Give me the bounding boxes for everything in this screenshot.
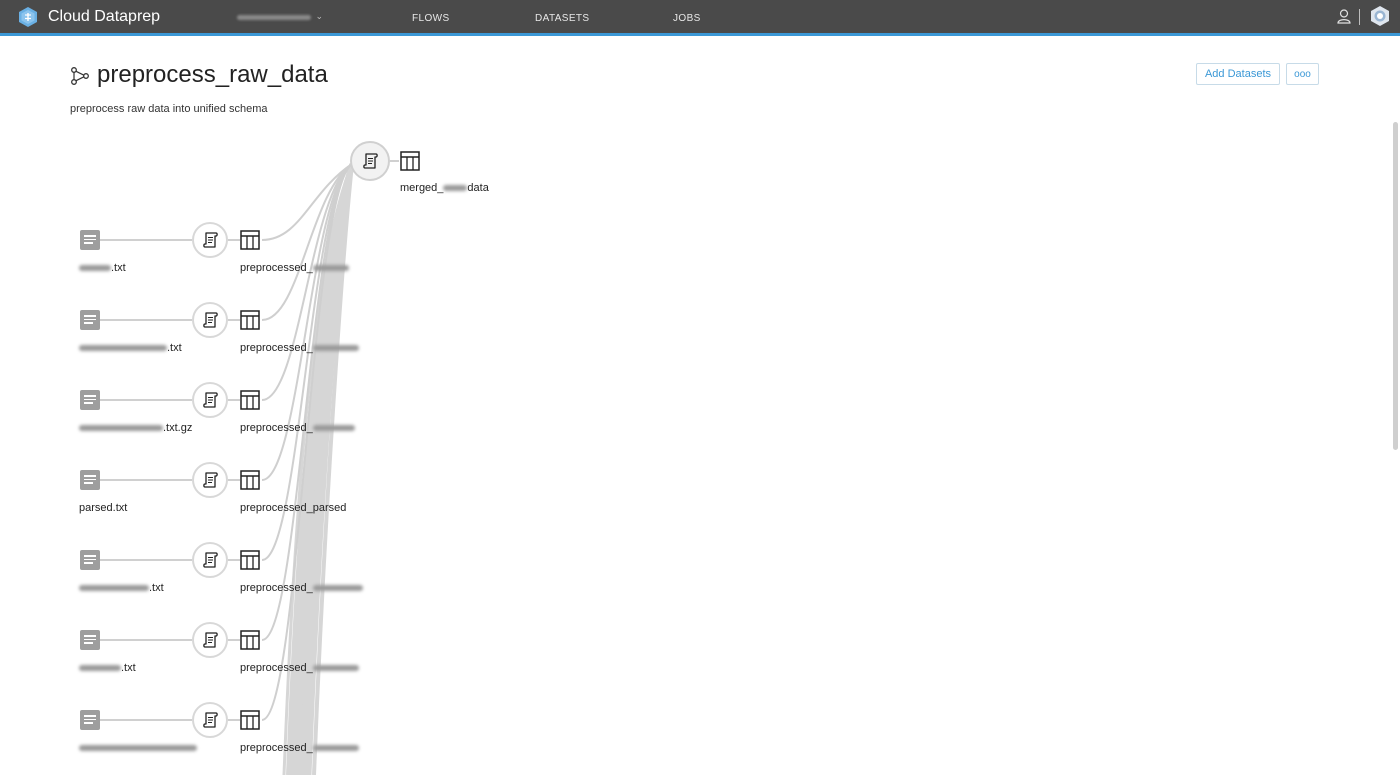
dataset-table-icon[interactable] xyxy=(239,629,261,651)
file-line xyxy=(84,562,93,564)
merged-dataset-prefix: merged_ xyxy=(400,182,444,194)
redacted-text xyxy=(312,425,355,432)
output-dataset-label[interactable]: preprocessed_ xyxy=(240,582,363,594)
source-file-icon[interactable] xyxy=(80,310,100,330)
file-line xyxy=(84,558,96,560)
file-line xyxy=(84,315,96,317)
file-line xyxy=(84,715,96,717)
output-dataset-prefix: preprocessed_ xyxy=(240,342,313,354)
source-file-icon[interactable] xyxy=(80,390,100,410)
recipe-icon xyxy=(203,232,218,248)
recipe-icon xyxy=(203,712,218,728)
source-file-icon[interactable] xyxy=(80,230,100,250)
output-dataset-label[interactable]: preprocessed_ xyxy=(240,742,359,754)
file-line xyxy=(84,635,96,637)
source-file-label[interactable]: .txt xyxy=(79,262,126,274)
vertical-scrollbar[interactable] xyxy=(1393,122,1398,450)
file-line xyxy=(84,242,93,244)
recipe-node[interactable] xyxy=(192,462,228,498)
recipe-node[interactable] xyxy=(192,222,228,258)
source-file-name: .txt xyxy=(121,662,136,674)
source-file-label[interactable]: .txt xyxy=(79,342,182,354)
dataset-table-icon[interactable] xyxy=(239,469,261,491)
file-line xyxy=(84,482,93,484)
source-file-label[interactable]: .txt xyxy=(79,582,164,594)
redacted-text xyxy=(79,665,121,672)
output-dataset-label[interactable]: preprocessed_ xyxy=(240,262,349,274)
source-file-icon[interactable] xyxy=(80,630,100,650)
file-line xyxy=(84,398,96,400)
file-line xyxy=(84,642,93,644)
file-line xyxy=(84,402,93,404)
source-file-name: .txt xyxy=(167,342,182,354)
output-dataset-prefix: preprocessed_ xyxy=(240,582,313,594)
file-line xyxy=(84,478,96,480)
dataset-table-icon[interactable] xyxy=(239,709,261,731)
source-file-label[interactable]: .txt.gz xyxy=(79,422,192,434)
dataset-table-icon[interactable] xyxy=(239,309,261,331)
source-file-name: .txt xyxy=(111,262,126,274)
redacted-text xyxy=(79,585,149,592)
redacted-text xyxy=(443,185,468,192)
recipe-icon xyxy=(203,632,218,648)
redacted-text xyxy=(79,265,111,272)
source-file-label[interactable] xyxy=(79,742,197,754)
recipe-icon xyxy=(203,392,218,408)
recipe-icon xyxy=(203,472,218,488)
source-file-name: .txt.gz xyxy=(163,422,193,434)
recipe-node[interactable] xyxy=(192,622,228,658)
file-line xyxy=(84,475,96,477)
recipe-node[interactable] xyxy=(192,542,228,578)
file-line xyxy=(84,322,93,324)
redacted-text xyxy=(79,425,163,432)
redacted-text xyxy=(79,745,197,752)
dataset-table-icon[interactable] xyxy=(239,549,261,571)
output-dataset-prefix: preprocessed_ xyxy=(240,742,313,754)
merged-dataset-suffix: data xyxy=(467,182,489,194)
output-dataset-prefix: preprocessed_ xyxy=(240,422,313,434)
redacted-text xyxy=(79,345,167,352)
recipe-node[interactable] xyxy=(192,702,228,738)
redacted-text xyxy=(312,265,349,272)
redacted-text xyxy=(312,745,359,752)
output-dataset-suffix: parsed xyxy=(312,502,347,514)
file-line xyxy=(84,395,96,397)
source-file-icon[interactable] xyxy=(80,550,100,570)
redacted-text xyxy=(312,345,359,352)
source-file-icon[interactable] xyxy=(80,710,100,730)
source-file-label[interactable]: .txt xyxy=(79,662,136,674)
file-line xyxy=(84,318,96,320)
output-dataset-label[interactable]: preprocessed_parsed xyxy=(240,502,346,514)
output-dataset-prefix: preprocessed_ xyxy=(240,662,313,674)
source-file-icon[interactable] xyxy=(80,470,100,490)
recipe-node[interactable] xyxy=(192,382,228,418)
merge-recipe-node[interactable] xyxy=(350,141,390,181)
output-dataset-label[interactable]: preprocessed_ xyxy=(240,342,359,354)
dataset-table-icon[interactable] xyxy=(239,229,261,251)
recipe-icon xyxy=(203,552,218,568)
source-file-name: .txt xyxy=(149,582,164,594)
file-line xyxy=(84,722,93,724)
recipe-icon xyxy=(203,312,218,328)
source-file-label[interactable]: parsed.txt xyxy=(79,502,127,514)
recipe-node[interactable] xyxy=(192,302,228,338)
file-line xyxy=(84,235,96,237)
redacted-text xyxy=(312,585,363,592)
output-dataset-prefix: preprocessed_ xyxy=(240,262,313,274)
merged-dataset-label[interactable]: merged_ data xyxy=(400,182,489,194)
dataset-table-icon[interactable] xyxy=(399,150,421,172)
file-line xyxy=(84,555,96,557)
dataset-table-icon[interactable] xyxy=(239,389,261,411)
file-line xyxy=(84,238,96,240)
output-dataset-label[interactable]: preprocessed_ xyxy=(240,662,359,674)
output-dataset-label[interactable]: preprocessed_ xyxy=(240,422,355,434)
file-line xyxy=(84,718,96,720)
recipe-icon xyxy=(363,153,378,169)
output-dataset-prefix: preprocessed_ xyxy=(240,502,313,514)
redacted-text xyxy=(312,665,359,672)
source-file-name: parsed.txt xyxy=(79,502,128,514)
file-line xyxy=(84,638,96,640)
